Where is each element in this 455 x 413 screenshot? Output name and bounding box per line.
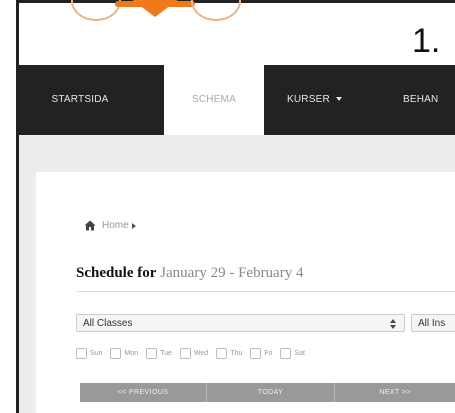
day-filter-sun[interactable]: Sun <box>76 348 102 359</box>
home-icon <box>84 220 96 231</box>
logo-arc-right <box>191 0 241 21</box>
instructor-filter-value: All Ins <box>418 318 446 329</box>
caret-down-icon <box>335 97 342 102</box>
nav-item-schema[interactable]: SCHEMA <box>164 65 264 135</box>
day-label: Fri <box>264 350 273 357</box>
schedule-date-range: January 29 - February 4 <box>160 265 304 281</box>
day-filter-fri[interactable]: Fri <box>250 348 272 359</box>
checkbox[interactable] <box>216 348 228 359</box>
day-label: Mon <box>124 350 139 357</box>
day-label: Wed <box>193 350 209 357</box>
day-filter-wed[interactable]: Wed <box>179 348 209 359</box>
class-filter-value: All Classes <box>83 318 133 329</box>
divider <box>76 291 455 292</box>
breadcrumb-home-link[interactable]: Home <box>102 220 129 231</box>
schedule-title-label: Schedule for <box>76 265 157 281</box>
schedule-panel: Home Schedule for January 29 - February … <box>36 172 455 413</box>
schedule-pager: << PREVIOUS TODAY NEXT >> <box>80 383 455 402</box>
day-label: Tue <box>160 350 172 357</box>
day-label: Thu <box>230 350 243 357</box>
breadcrumb: Home <box>84 220 136 231</box>
logo-arc-left <box>71 0 121 21</box>
select-arrows-icon <box>390 319 396 329</box>
day-label: Sat <box>294 350 305 357</box>
checkbox[interactable] <box>250 348 262 359</box>
checkbox[interactable] <box>146 348 158 359</box>
checkbox[interactable] <box>280 348 292 359</box>
day-filter-tue[interactable]: Tue <box>146 348 172 359</box>
instructor-filter-select[interactable]: All Ins <box>411 314 455 332</box>
heading-number: 1. <box>412 22 441 60</box>
checkbox[interactable] <box>110 348 122 359</box>
nav-item-kurser[interactable]: KURSER <box>287 65 342 135</box>
checkbox[interactable] <box>179 348 191 359</box>
logo-shape-triangle <box>131 0 179 17</box>
day-filter-sat[interactable]: Sat <box>280 348 305 359</box>
schedule-title: Schedule for January 29 - February 4 <box>76 265 303 282</box>
class-filter-select[interactable]: All Classes <box>76 314 405 332</box>
nav-item-behan[interactable]: BEHAN <box>403 65 438 135</box>
day-filter-group: Sun Mon Tue Wed Thu Fri Sat <box>76 348 313 359</box>
day-filter-thu[interactable]: Thu <box>216 348 242 359</box>
next-week-button[interactable]: NEXT >> <box>335 383 455 402</box>
previous-week-button[interactable]: << PREVIOUS <box>80 383 206 402</box>
site-logo[interactable] <box>19 0 455 65</box>
nav-item-kurser-label: KURSER <box>287 94 330 105</box>
chevron-right-icon <box>131 222 136 229</box>
day-label: Sun <box>90 350 103 357</box>
checkbox[interactable] <box>76 348 87 359</box>
nav-item-startsida[interactable]: STARTSIDA <box>19 65 141 135</box>
main-nav: STARTSIDA SCHEMA KURSER BEHAN <box>19 65 455 135</box>
today-button[interactable]: TODAY <box>207 383 334 402</box>
day-filter-mon[interactable]: Mon <box>110 348 138 359</box>
